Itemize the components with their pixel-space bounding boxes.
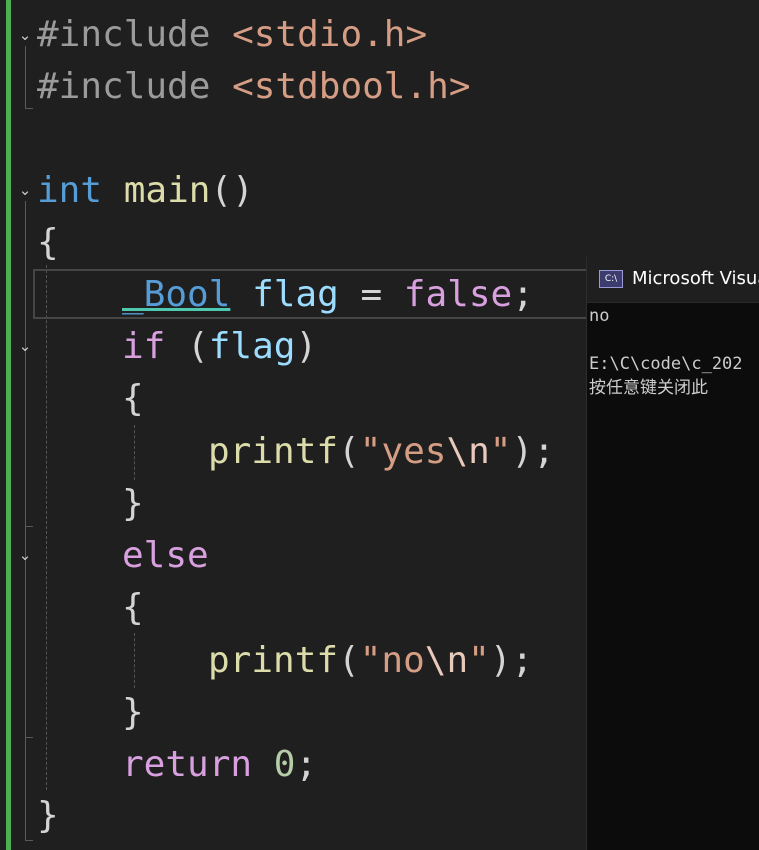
string-literal: "no [359,640,425,681]
function-name: printf [208,431,339,472]
console-output[interactable]: no E:\C\code\c_202 按任意键关闭此 [589,304,759,400]
code-line-return[interactable]: return 0; [122,739,317,791]
paren-open: ( [187,326,209,367]
change-indicator-bar [6,0,11,850]
code-line-else[interactable]: else [122,530,209,582]
assignment-operator: = [338,274,404,315]
brace: } [122,483,144,524]
preprocessor-directive: #include [37,66,211,107]
code-line-declaration[interactable]: _Bool flag = false; [122,269,534,321]
string-literal: "yes [359,431,447,472]
indent-guide [46,265,47,790]
fold-tick [25,526,33,527]
preprocessor-directive: #include [37,14,211,55]
semicolon: ; [295,744,318,785]
function-name: printf [208,640,339,681]
code-line-if-open-brace[interactable]: { [122,373,144,425]
call-close: ); [489,640,534,681]
keyword-return: return [122,744,253,785]
debug-console-window[interactable]: C:\ Microsoft Visual no E:\C\code\c_202 … [586,257,759,850]
type-keyword: _Bool [122,274,231,315]
paren-open: ( [338,640,360,681]
call-close: ); [511,431,555,472]
indent-guide [134,633,135,688]
keyword-int: int [37,170,103,211]
brace: { [122,587,144,628]
header-name: <stdio.h> [232,14,428,55]
code-line-printf-no[interactable]: printf("no\n"); [208,635,533,687]
semicolon: ; [512,274,534,315]
fold-chevron-icon[interactable]: ⌄ [16,26,34,44]
paren-open: ( [338,431,360,472]
fold-tick [25,108,33,109]
code-line-open-brace[interactable]: { [37,217,59,269]
boolean-literal: false [403,274,513,315]
brace: { [122,378,144,419]
code-line-else-open-brace[interactable]: { [122,582,144,634]
fold-chevron-icon[interactable]: ⌄ [16,181,34,199]
console-title: Microsoft Visual [632,268,759,289]
fold-line [25,46,26,108]
header-name: <stdbool.h> [232,66,471,107]
variable-name: flag [252,274,339,315]
fold-tick [25,737,33,738]
code-line-close-brace[interactable]: } [37,790,59,842]
code-line-if[interactable]: if (flag) [122,321,317,373]
escape-sequence: \n [424,640,469,681]
code-line-main-signature[interactable]: int main() [37,165,254,217]
paren-close: ) [295,326,318,367]
brace: } [122,692,144,733]
keyword-else: else [122,535,209,576]
indent-guide [134,425,135,480]
number-literal: 0 [273,744,296,785]
fold-line [25,201,26,841]
variable-name: flag [208,326,296,367]
fold-chevron-icon[interactable]: ⌄ [16,546,34,564]
code-line-if-close-brace[interactable]: } [122,478,144,530]
fold-tick [25,840,33,841]
code-line-printf-yes[interactable]: printf("yes\n"); [208,426,555,478]
keyword-if: if [122,326,166,367]
string-quote: " [489,431,512,472]
brace: { [37,222,59,263]
brace: } [37,795,59,836]
code-line-include-stdio[interactable]: #include <stdio.h> [37,9,427,61]
string-quote: " [468,640,490,681]
code-line-include-stdbool[interactable]: #include <stdbool.h> [37,61,471,113]
parentheses: () [210,170,254,211]
console-app-icon: C:\ [599,270,623,288]
console-titlebar[interactable]: C:\ Microsoft Visual [587,257,759,303]
escape-sequence: \n [446,431,490,472]
function-name: main [123,170,211,211]
code-line-else-close-brace[interactable]: } [122,687,144,739]
fold-chevron-icon[interactable]: ⌄ [16,337,34,355]
